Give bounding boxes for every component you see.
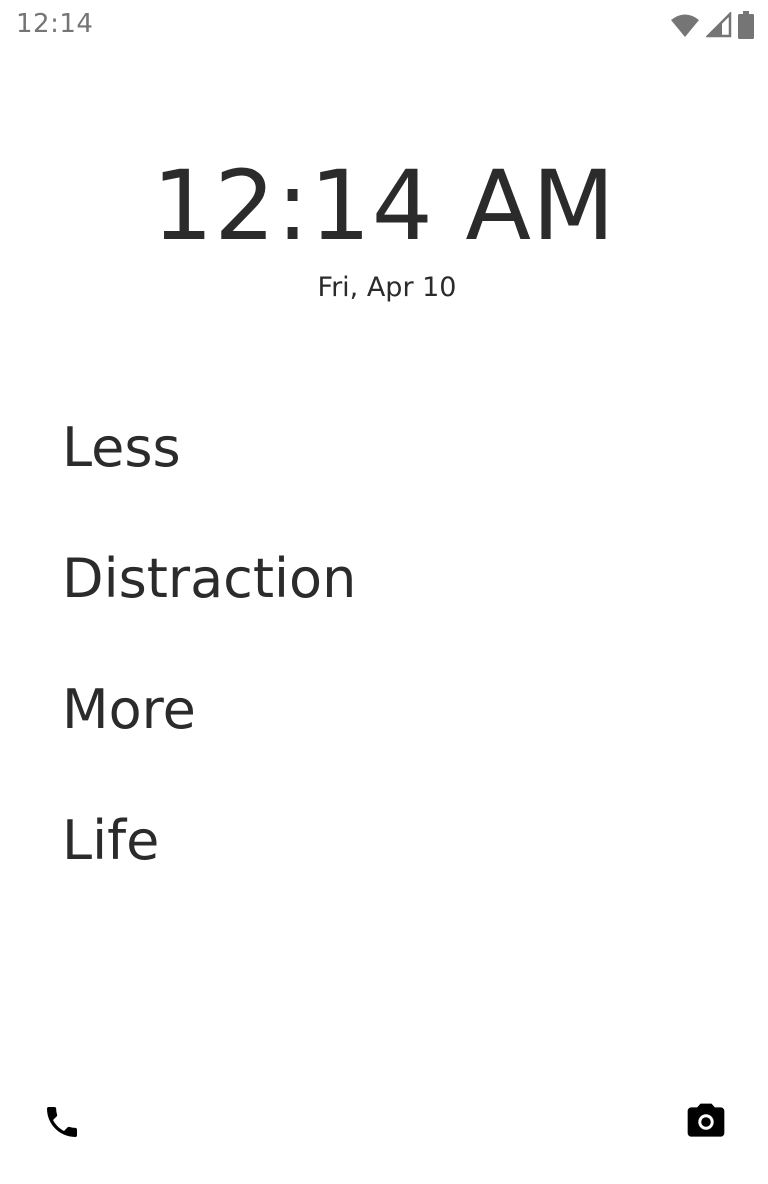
slogan-line-life: Life [62, 809, 160, 872]
battery-icon [738, 11, 754, 39]
lock-screen: 12:14 12:14 AM Fri, Apr 10 Less Distract… [0, 0, 768, 1184]
slogan-line-less: Less [62, 416, 181, 479]
phone-icon [42, 1102, 82, 1146]
phone-shortcut-button[interactable] [34, 1096, 90, 1152]
wifi-icon [670, 12, 700, 38]
camera-shortcut-button[interactable] [678, 1096, 734, 1152]
lockscreen-clock: 12:14 AM [152, 150, 616, 262]
slogan-line-more: More [62, 678, 196, 741]
status-icons [670, 11, 754, 39]
status-bar: 12:14 [0, 0, 768, 50]
camera-icon [684, 1100, 728, 1148]
slogan-list: Less Distraction More Life [62, 412, 356, 936]
status-bar-time: 12:14 [16, 9, 94, 39]
cell-signal-icon [706, 12, 732, 38]
lockscreen-date: Fri, Apr 10 [317, 272, 457, 303]
slogan-line-distraction: Distraction [62, 547, 357, 610]
